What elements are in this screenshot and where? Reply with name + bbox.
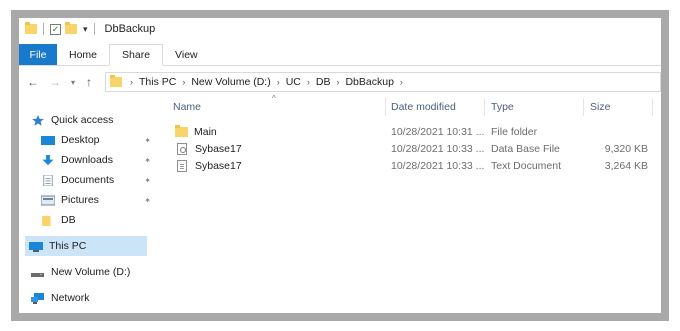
- star-icon: [32, 114, 44, 126]
- file-name: Main: [194, 125, 217, 138]
- file-name-cell[interactable]: Main: [175, 123, 385, 140]
- file-type: Data Base File: [491, 142, 560, 155]
- text-file-icon: [177, 159, 187, 172]
- breadcrumb-new-volume[interactable]: New Volume (D:): [191, 76, 270, 88]
- chevron-right-icon[interactable]: ›: [130, 77, 133, 87]
- documents-icon: [43, 174, 53, 186]
- file-size: 3,264 KB: [604, 159, 648, 172]
- sidebar-item-label: This PC: [49, 240, 87, 252]
- column-divider[interactable]: [583, 98, 584, 116]
- network-icon: [31, 292, 44, 304]
- database-file-icon: [177, 142, 187, 155]
- divider: [43, 23, 44, 35]
- sidebar-item-label: Downloads: [61, 154, 113, 166]
- pin-icon[interactable]: ✦: [144, 176, 151, 185]
- folder-icon: [42, 215, 51, 226]
- new-folder-icon[interactable]: [65, 22, 77, 34]
- pc-icon: [29, 241, 43, 252]
- sidebar-item-label: Pictures: [61, 194, 99, 206]
- breadcrumb-uc[interactable]: UC: [286, 76, 301, 88]
- table-row[interactable]: Main 10/28/2021 10:31 ... File folder: [169, 123, 659, 140]
- ribbon-tabs: File Home Share View: [19, 44, 661, 66]
- file-date: 10/28/2021 10:33 ...: [391, 159, 485, 172]
- sidebar-item-documents[interactable]: Documents ✦: [41, 170, 155, 190]
- pin-icon[interactable]: ✦: [144, 136, 151, 145]
- drive-icon: [31, 272, 44, 277]
- chevron-right-icon[interactable]: ›: [336, 77, 339, 87]
- window-title: DbBackup: [104, 23, 156, 35]
- forward-arrow-icon[interactable]: →: [47, 75, 63, 89]
- pin-icon[interactable]: ✦: [144, 196, 151, 205]
- desktop-icon: [41, 135, 55, 145]
- file-name-cell[interactable]: Sybase17: [177, 157, 387, 174]
- sidebar-item-label: Network: [51, 292, 90, 304]
- folder-icon: [25, 22, 37, 34]
- sidebar-item-label: New Volume (D:): [51, 266, 131, 278]
- pictures-icon: [41, 195, 55, 205]
- file-name: Sybase17: [195, 142, 242, 155]
- breadcrumb-db[interactable]: DB: [316, 76, 331, 88]
- file-date: 10/28/2021 10:33 ...: [391, 142, 485, 155]
- breadcrumb-dbbackup[interactable]: DbBackup: [345, 76, 393, 88]
- column-divider[interactable]: [385, 98, 386, 116]
- chevron-right-icon[interactable]: ›: [182, 77, 185, 87]
- explorer-window: ✓ ▾ DbBackup File Home Share View ← → ▾ …: [19, 18, 661, 313]
- sidebar-item-label: Quick access: [51, 114, 114, 126]
- customize-toolbar-icon[interactable]: ▾: [83, 24, 88, 35]
- file-size: [589, 123, 648, 140]
- file-type: File folder: [491, 125, 538, 138]
- sidebar-item-label: DB: [61, 214, 76, 226]
- column-divider[interactable]: [484, 98, 485, 116]
- column-header-date[interactable]: Date modified: [391, 98, 456, 116]
- column-header-type[interactable]: Type: [491, 98, 514, 116]
- chevron-right-icon[interactable]: ›: [277, 77, 280, 87]
- divider: [93, 23, 95, 35]
- pin-icon[interactable]: ✦: [144, 156, 151, 165]
- folder-icon: [175, 124, 188, 137]
- properties-icon[interactable]: ✓: [50, 23, 61, 35]
- sidebar-item-new-volume[interactable]: New Volume (D:): [31, 262, 167, 282]
- file-name-cell[interactable]: Sybase17: [177, 140, 387, 157]
- sidebar-item-label: Desktop: [61, 134, 100, 146]
- tab-home[interactable]: Home: [57, 44, 109, 65]
- folder-icon: [110, 75, 122, 87]
- recent-locations-icon[interactable]: ▾: [67, 78, 79, 87]
- sidebar-item-downloads[interactable]: Downloads ✦: [41, 150, 155, 170]
- table-row[interactable]: Sybase17 10/28/2021 10:33 ... Data Base …: [169, 140, 659, 157]
- back-arrow-icon[interactable]: ←: [25, 75, 41, 89]
- title-bar: ✓ ▾ DbBackup: [19, 18, 661, 40]
- column-header-size[interactable]: Size: [590, 98, 610, 116]
- sidebar-item-label: Documents: [61, 174, 115, 186]
- sidebar-item-db[interactable]: DB: [41, 210, 155, 230]
- chevron-right-icon[interactable]: ›: [400, 77, 403, 87]
- sort-ascending-icon: ^: [272, 94, 276, 103]
- column-header-name[interactable]: Name: [173, 98, 201, 116]
- file-type: Text Document: [491, 159, 562, 172]
- chevron-right-icon[interactable]: ›: [307, 77, 310, 87]
- table-row[interactable]: Sybase17 10/28/2021 10:33 ... Text Docum…: [169, 157, 659, 174]
- address-bar[interactable]: › This PC › New Volume (D:) › UC › DB › …: [105, 72, 661, 92]
- tab-view[interactable]: View: [163, 44, 210, 65]
- sidebar-item-pictures[interactable]: Pictures ✦: [41, 190, 155, 210]
- file-name: Sybase17: [195, 159, 242, 172]
- navigation-row: ← → ▾ ↑ › This PC › New Volume (D:) › UC…: [19, 72, 661, 92]
- screenshot-frame: ✓ ▾ DbBackup File Home Share View ← → ▾ …: [11, 10, 669, 321]
- sidebar-item-network[interactable]: Network: [31, 288, 167, 308]
- download-icon: [42, 154, 54, 165]
- file-size: 9,320 KB: [604, 142, 648, 155]
- column-divider[interactable]: [652, 98, 653, 116]
- up-arrow-icon[interactable]: ↑: [81, 75, 97, 89]
- sidebar-item-this-pc[interactable]: This PC: [25, 236, 147, 256]
- tab-share[interactable]: Share: [109, 44, 164, 66]
- navigation-pane: Quick access Desktop ✦ Downloads ✦ Docum…: [19, 98, 159, 313]
- sidebar-item-quick-access[interactable]: Quick access: [31, 110, 167, 130]
- file-date: 10/28/2021 10:31 ...: [391, 125, 485, 138]
- tab-file[interactable]: File: [19, 44, 57, 65]
- breadcrumb-this-pc[interactable]: This PC: [139, 76, 176, 88]
- sidebar-item-desktop[interactable]: Desktop ✦: [41, 130, 155, 150]
